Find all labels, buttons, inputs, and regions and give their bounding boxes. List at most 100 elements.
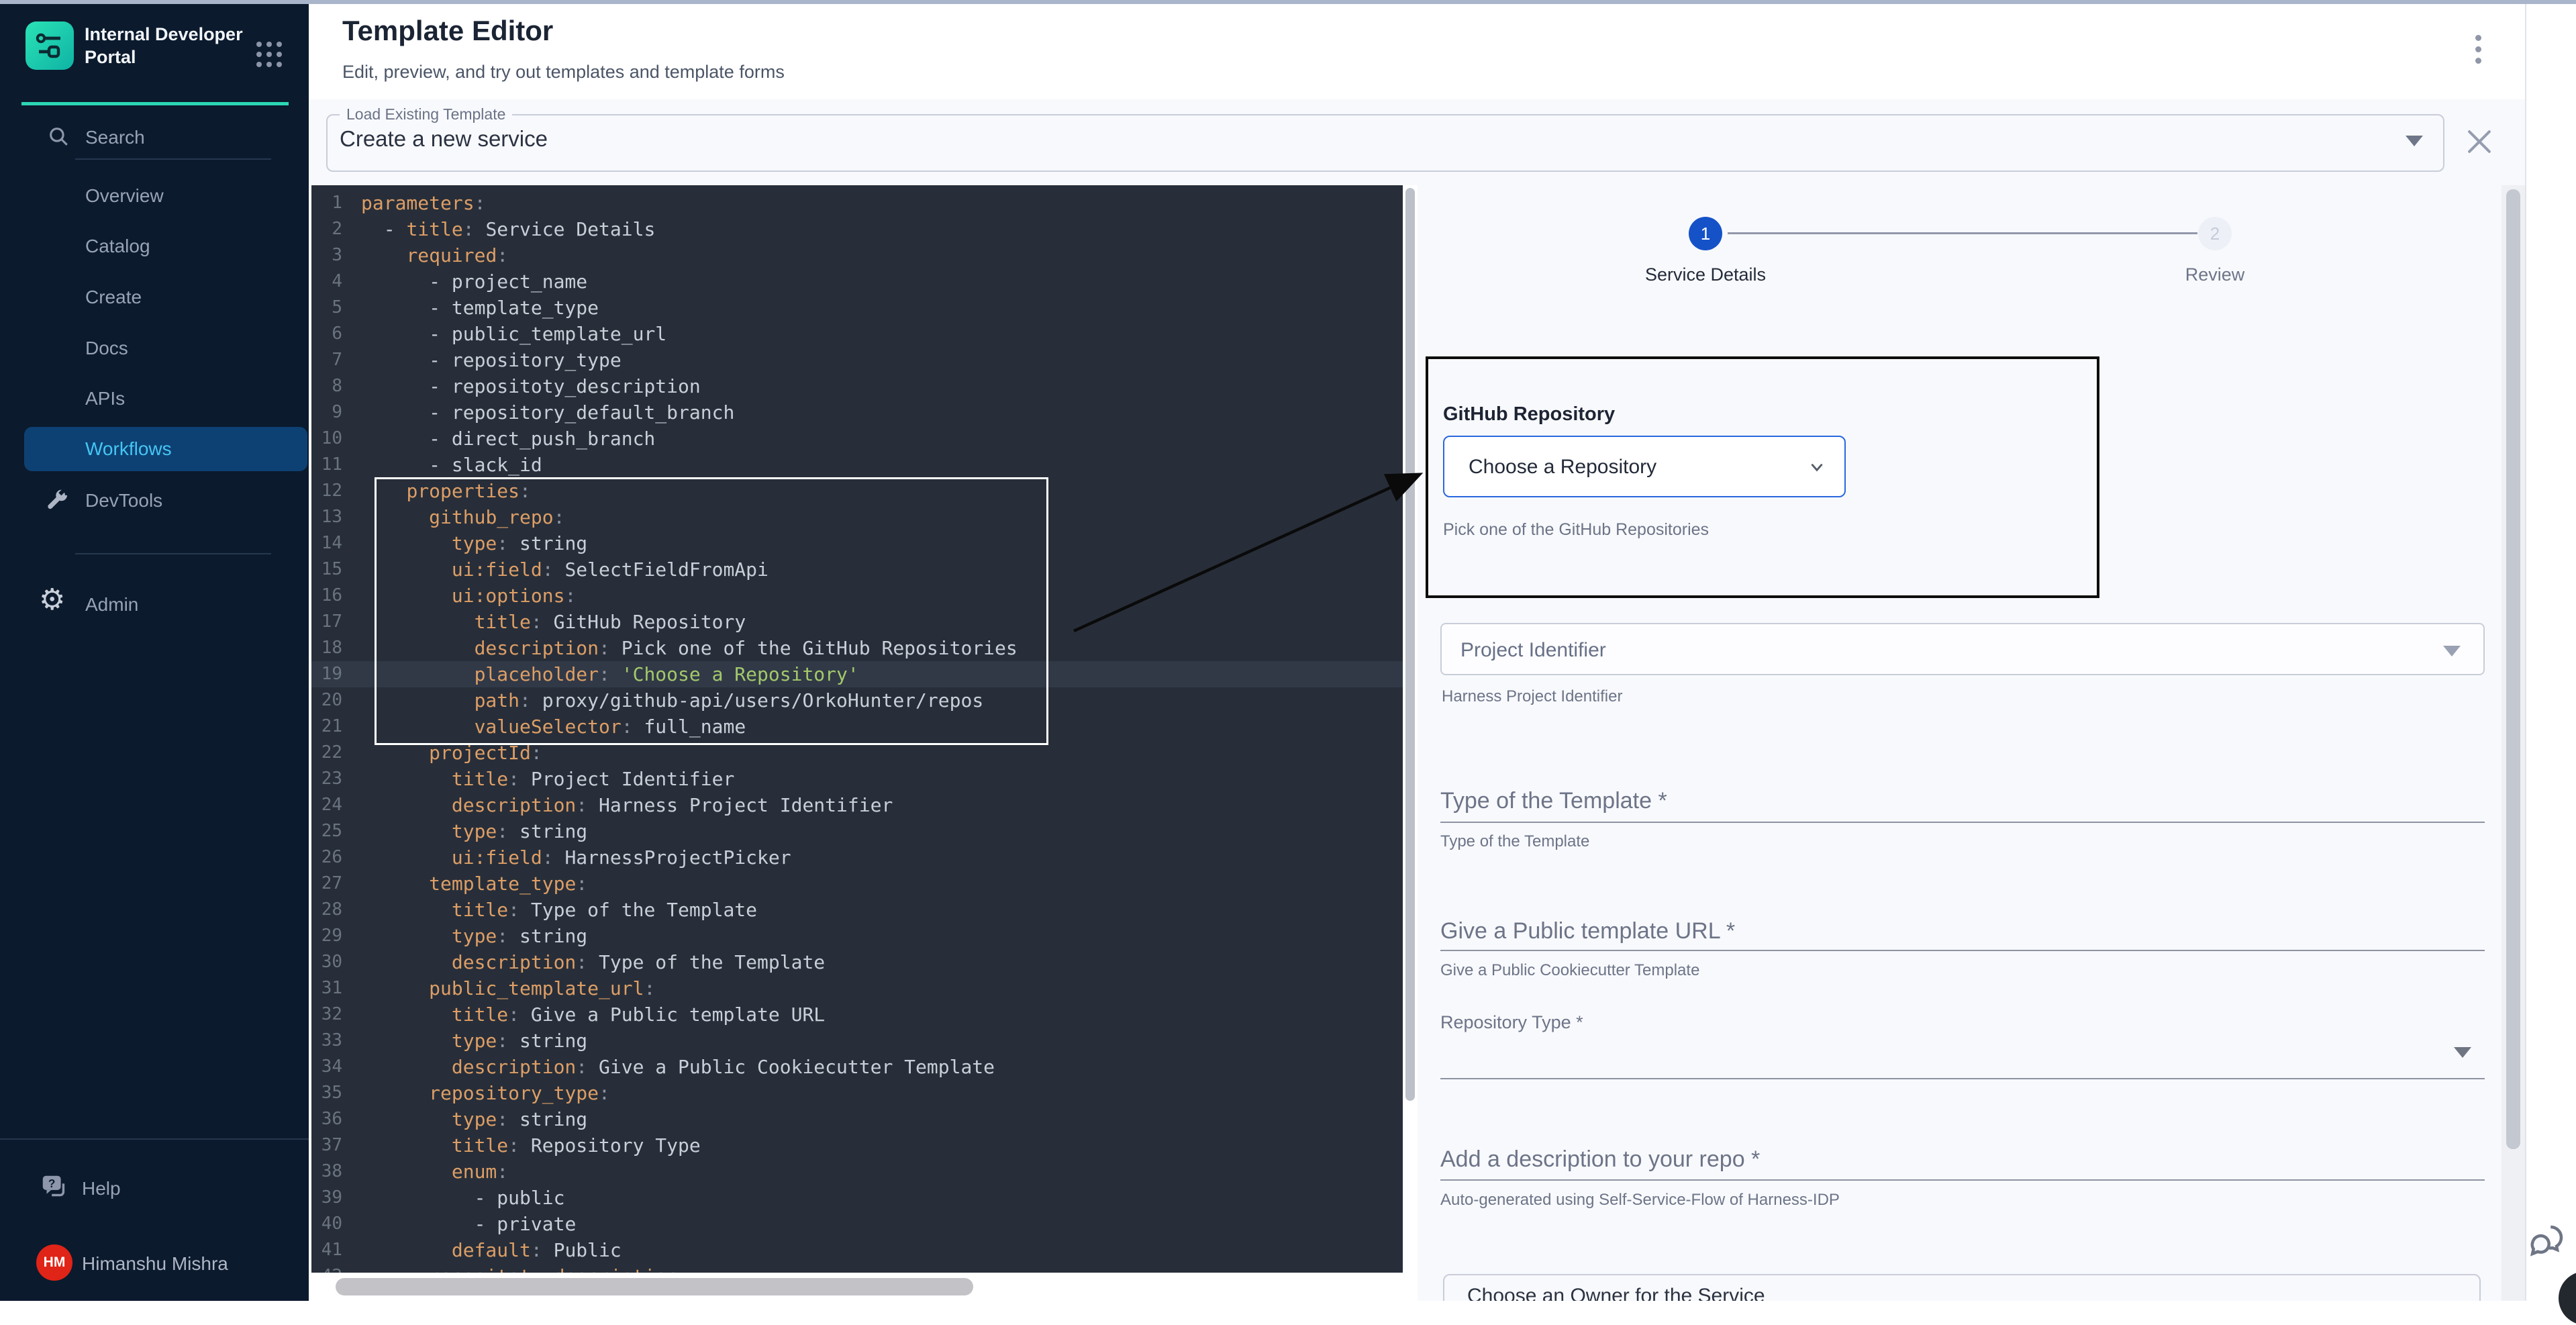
chat-bubbles-icon[interactable] xyxy=(2524,1218,2571,1268)
repository-type-label: Repository Type * xyxy=(1440,1012,1583,1033)
sidebar-item-search[interactable]: Search xyxy=(85,127,145,148)
sidebar-divider xyxy=(75,553,271,554)
close-icon[interactable] xyxy=(2463,126,2494,157)
editor-horizontal-scrollbar[interactable] xyxy=(311,1273,1403,1301)
code-line[interactable]: 28 title: Type of the Template xyxy=(311,897,1403,923)
code-line[interactable]: 32 title: Give a Public template URL xyxy=(311,1001,1403,1028)
code-line[interactable]: 7 - repository_type xyxy=(311,347,1403,373)
sidebar-item-docs[interactable]: Docs xyxy=(85,338,128,359)
stepper-step-1[interactable]: 1 xyxy=(1689,217,1722,250)
stepper-step-1-label: Service Details xyxy=(1605,264,1806,285)
repository-type-underline[interactable] xyxy=(1440,1078,2485,1079)
project-identifier-helper: Harness Project Identifier xyxy=(1442,687,1622,706)
page-subtitle: Edit, preview, and try out templates and… xyxy=(342,62,785,83)
public-url-underline[interactable] xyxy=(1440,950,2485,951)
owner-select[interactable]: Choose an Owner for the Service xyxy=(1443,1274,2481,1301)
project-identifier-placeholder: Project Identifier xyxy=(1460,639,1606,662)
editor-vertical-scrollbar-thumb[interactable] xyxy=(1405,188,1415,1101)
code-line[interactable]: 39 - public xyxy=(311,1185,1403,1211)
form-panel-scrollbar-thumb[interactable] xyxy=(2506,189,2520,1149)
template-type-helper: Type of the Template xyxy=(1440,832,1589,851)
editor-horizontal-scrollbar-thumb[interactable] xyxy=(336,1278,973,1295)
code-line[interactable]: 8 - repositoty_description xyxy=(311,373,1403,399)
repo-description-underline[interactable] xyxy=(1440,1179,2485,1181)
sidebar-divider xyxy=(0,1138,309,1140)
code-line[interactable]: 5 - template_type xyxy=(311,295,1403,321)
dropdown-caret-icon[interactable] xyxy=(2406,136,2423,146)
sidebar-item-apis[interactable]: APIs xyxy=(85,388,125,409)
apps-grid-icon[interactable] xyxy=(256,42,282,67)
code-line[interactable]: 11 - slack_id xyxy=(311,452,1403,478)
code-line[interactable]: 37 title: Repository Type xyxy=(311,1132,1403,1159)
sidebar-item-create[interactable]: Create xyxy=(85,287,142,308)
sidebar-item-catalog[interactable]: Catalog xyxy=(85,236,150,257)
avatar-initials: HM xyxy=(44,1255,66,1271)
brand-title: Internal Developer Portal xyxy=(85,23,246,68)
github-repository-label: GitHub Repository xyxy=(1443,403,1615,426)
public-url-label: Give a Public template URL * xyxy=(1440,918,1735,944)
stepper-step-2-label: Review xyxy=(2114,264,2316,285)
github-repository-select-value: Choose a Repository xyxy=(1469,456,1656,479)
code-line[interactable]: 29 type: string xyxy=(311,923,1403,949)
load-template-value: Create a new service xyxy=(340,126,548,152)
step-1-number: 1 xyxy=(1701,224,1710,244)
code-line[interactable]: 34 description: Give a Public Cookiecutt… xyxy=(311,1054,1403,1080)
user-name[interactable]: Himanshu Mishra xyxy=(82,1253,228,1275)
help-chat-icon: ? xyxy=(39,1172,70,1206)
sidebar-item-admin[interactable]: Admin xyxy=(85,594,138,616)
sidebar-divider xyxy=(75,158,271,160)
code-line[interactable]: 40 - private xyxy=(311,1211,1403,1237)
github-repository-select[interactable]: Choose a Repository xyxy=(1443,436,1846,497)
repo-description-helper: Auto-generated using Self-Service-Flow o… xyxy=(1440,1191,1840,1210)
github-repository-helper: Pick one of the GitHub Repositories xyxy=(1443,520,1709,540)
code-line[interactable]: 6 - public_template_url xyxy=(311,321,1403,347)
page-title: Template Editor xyxy=(342,15,553,47)
template-type-underline[interactable] xyxy=(1440,822,2485,823)
code-line[interactable]: 4 - project_name xyxy=(311,268,1403,295)
code-line[interactable]: 2 - title: Service Details xyxy=(311,216,1403,242)
avatar[interactable]: HM xyxy=(36,1244,72,1281)
project-identifier-select[interactable]: Project Identifier xyxy=(1440,623,2485,675)
owner-select-label: Choose an Owner for the Service xyxy=(1467,1285,1765,1301)
code-line[interactable]: 41 default: Public xyxy=(311,1237,1403,1263)
form-panel-scrollbar[interactable] xyxy=(2501,185,2525,1301)
editor-vertical-scrollbar[interactable] xyxy=(1403,185,1418,1301)
code-line[interactable]: 36 type: string xyxy=(311,1106,1403,1132)
code-line[interactable]: 1parameters: xyxy=(311,190,1403,216)
code-line[interactable]: 30 description: Type of the Template xyxy=(311,949,1403,975)
github-repository-section: GitHub Repository Choose a Repository Pi… xyxy=(1426,356,2099,598)
load-template-label: Load Existing Template xyxy=(340,105,512,124)
dropdown-caret-icon[interactable] xyxy=(2454,1047,2471,1058)
wrench-icon xyxy=(44,489,70,518)
gear-icon: ⚙ xyxy=(39,585,65,615)
code-line[interactable]: 9 - repository_default_branch xyxy=(311,399,1403,426)
code-line[interactable]: 23 title: Project Identifier xyxy=(311,766,1403,792)
load-template-select[interactable] xyxy=(326,114,2444,172)
code-line[interactable]: 33 type: string xyxy=(311,1028,1403,1054)
sidebar-item-workflows-label: Workflows xyxy=(85,438,172,460)
form-preview-panel: 1 2 Service Details Review GitHub Reposi… xyxy=(1418,185,2501,1301)
sidebar: Internal Developer Portal Search Overvie… xyxy=(0,4,309,1301)
sidebar-item-workflows[interactable]: Workflows xyxy=(24,427,307,471)
sidebar-item-devtools[interactable]: DevTools xyxy=(85,490,162,511)
sidebar-item-help[interactable]: Help xyxy=(82,1178,121,1199)
code-line[interactable]: 27 template_type: xyxy=(311,871,1403,897)
template-type-label: Type of the Template * xyxy=(1440,788,1667,814)
code-line[interactable]: 25 type: string xyxy=(311,818,1403,844)
kebab-menu-icon[interactable] xyxy=(2475,35,2482,69)
stepper-connector xyxy=(1728,232,2197,234)
page-header xyxy=(309,4,2525,101)
code-line[interactable]: 31 public_template_url: xyxy=(311,975,1403,1001)
code-line[interactable]: 35 repository_type: xyxy=(311,1080,1403,1106)
public-url-helper: Give a Public Cookiecutter Template xyxy=(1440,961,1699,980)
right-gutter xyxy=(2525,4,2576,1301)
code-line[interactable]: 26 ui:field: HarnessProjectPicker xyxy=(311,844,1403,871)
sidebar-item-overview[interactable]: Overview xyxy=(85,185,164,207)
code-line[interactable]: 3 required: xyxy=(311,242,1403,268)
code-line[interactable]: 10 - direct_push_branch xyxy=(311,426,1403,452)
code-line[interactable]: 38 enum: xyxy=(311,1159,1403,1185)
idp-logo[interactable] xyxy=(26,21,74,70)
stepper-step-2[interactable]: 2 xyxy=(2198,217,2232,250)
code-line[interactable]: 24 description: Harness Project Identifi… xyxy=(311,792,1403,818)
search-icon xyxy=(47,125,70,151)
